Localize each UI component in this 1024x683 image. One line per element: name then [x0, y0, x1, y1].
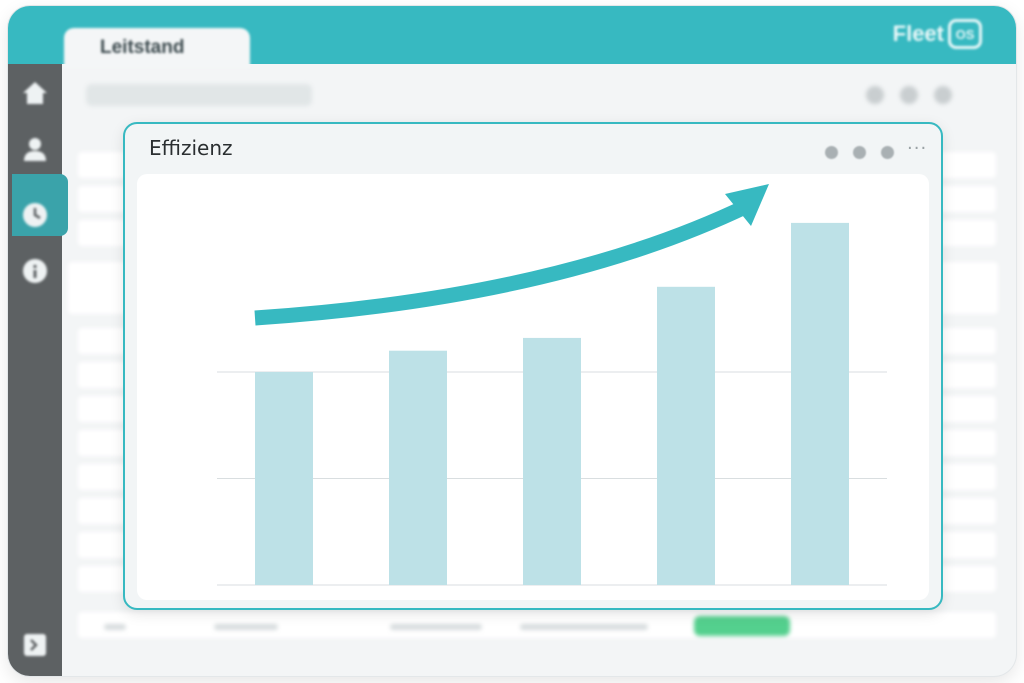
- table-cell-placeholder: [390, 624, 482, 630]
- sidebar: [8, 64, 68, 676]
- logout-icon[interactable]: [20, 630, 50, 660]
- info-icon[interactable]: [20, 256, 50, 286]
- table-cell-placeholder: [104, 624, 126, 630]
- chart-bar: [389, 350, 447, 585]
- brand-word: Fleet: [892, 21, 944, 46]
- bar-chart: [217, 184, 887, 586]
- brand-logo: Fleet OS: [893, 18, 982, 50]
- chart-bar: [791, 222, 849, 585]
- chart-bar: [523, 337, 581, 585]
- clock-icon[interactable]: [20, 200, 50, 230]
- toolbar-icon: [900, 86, 918, 104]
- status-badge: [694, 616, 790, 636]
- top-bar: Leitstand Fleet OS: [8, 6, 1016, 68]
- table-cell-placeholder: [214, 624, 278, 630]
- user-icon[interactable]: [20, 134, 50, 164]
- chart-bar: [657, 286, 715, 585]
- home-icon[interactable]: [20, 78, 50, 108]
- tab-leitstand[interactable]: Leitstand: [64, 28, 250, 68]
- tab-label: Leitstand: [100, 37, 185, 58]
- chart-bar: [255, 372, 313, 585]
- toolbar-icon: [866, 86, 884, 104]
- toolbar-icon: [934, 86, 952, 104]
- table-cell-placeholder: [520, 624, 648, 630]
- brand-badge: OS: [948, 19, 982, 49]
- search-bar: [86, 84, 312, 106]
- efficiency-chart-card: Effizienz ···: [123, 122, 943, 610]
